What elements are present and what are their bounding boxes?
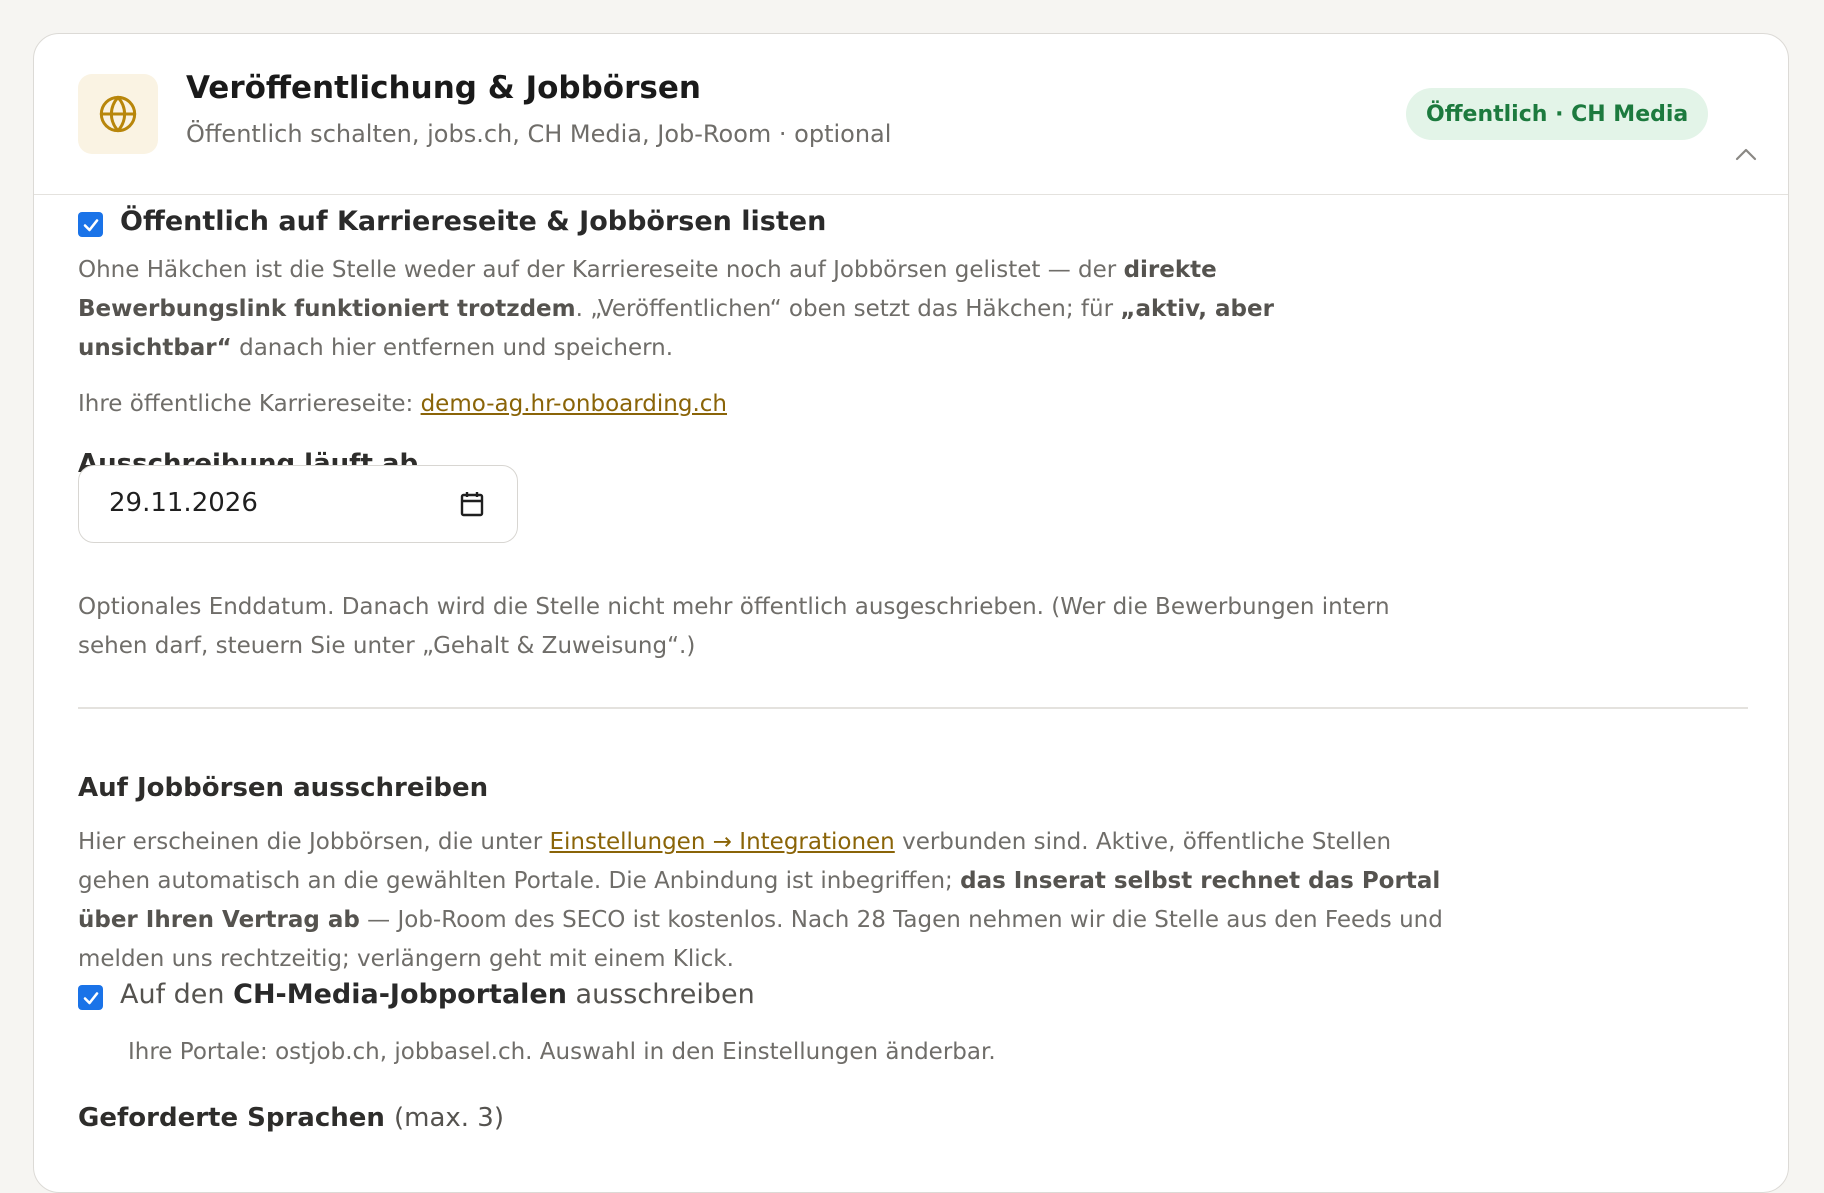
expiry-date-value: 29.11.2026 bbox=[109, 488, 258, 518]
chmedia-label-prefix: Auf den bbox=[120, 979, 234, 1010]
calendar-icon[interactable] bbox=[459, 490, 485, 522]
chmedia-checkbox-label[interactable]: Auf den CH-Media-Jobportalen ausschreibe… bbox=[120, 979, 755, 1010]
career-page-link[interactable]: demo-ag.hr-onboarding.ch bbox=[421, 391, 727, 417]
collapse-button[interactable] bbox=[1724, 132, 1768, 176]
listing-description: Ohne Häkchen ist die Stelle weder auf de… bbox=[78, 251, 1418, 368]
chevron-up-icon bbox=[1735, 148, 1757, 161]
check-icon bbox=[83, 218, 98, 231]
languages-title-text: Geforderte Sprachen bbox=[78, 1103, 385, 1133]
header-icon-tile bbox=[78, 74, 158, 154]
globe-icon bbox=[99, 95, 137, 133]
integrations-link[interactable]: Einstellungen → Integrationen bbox=[549, 829, 894, 855]
listing-checkbox-label[interactable]: Öffentlich auf Karriereseite & Jobbörsen… bbox=[120, 206, 826, 237]
listing-checkbox[interactable] bbox=[78, 212, 103, 237]
career-page-line: Ihre öffentliche Karriereseite: demo-ag.… bbox=[78, 385, 727, 424]
career-page-prefix: Ihre öffentliche Karriereseite: bbox=[78, 391, 421, 417]
card-header[interactable]: Veröffentlichung & Jobbörsen Öffentlich … bbox=[34, 34, 1788, 195]
expiry-date-input[interactable]: 29.11.2026 bbox=[78, 465, 518, 543]
listing-desc-text-2: . „Veröffentlichen“ oben setzt das Häkch… bbox=[575, 296, 1121, 322]
status-badge: Öffentlich · CH Media bbox=[1406, 88, 1709, 140]
card-subtitle: Öffentlich schalten, jobs.ch, CH Media, … bbox=[186, 120, 892, 148]
section-divider bbox=[78, 707, 1748, 709]
jobboards-title: Auf Jobbörsen ausschreiben bbox=[78, 773, 489, 803]
expiry-hint: Optionales Enddatum. Danach wird die Ste… bbox=[78, 594, 1390, 659]
chmedia-hint: Ihre Portale: ostjob.ch, jobbasel.ch. Au… bbox=[128, 1039, 996, 1065]
chmedia-checkbox[interactable] bbox=[78, 985, 103, 1010]
languages-max-hint: (max. 3) bbox=[393, 1103, 504, 1133]
listing-desc-text-1: Ohne Häkchen ist die Stelle weder auf de… bbox=[78, 257, 1124, 283]
chmedia-label-bold: CH-Media-Jobportalen bbox=[233, 979, 567, 1010]
languages-title: Geforderte Sprachen (max. 3) bbox=[78, 1103, 504, 1133]
check-icon bbox=[83, 991, 98, 1004]
publication-card: Veröffentlichung & Jobbörsen Öffentlich … bbox=[33, 33, 1789, 1193]
jobboards-desc-text-1: Hier erscheinen die Jobbörsen, die unter bbox=[78, 829, 550, 855]
chmedia-label-suffix: ausschreiben bbox=[566, 979, 755, 1010]
jobboards-description: Hier erscheinen die Jobbörsen, die unter… bbox=[78, 823, 1458, 979]
card-title: Veröffentlichung & Jobbörsen bbox=[186, 70, 701, 106]
listing-desc-text-3: danach hier entfernen und speichern. bbox=[231, 335, 674, 361]
